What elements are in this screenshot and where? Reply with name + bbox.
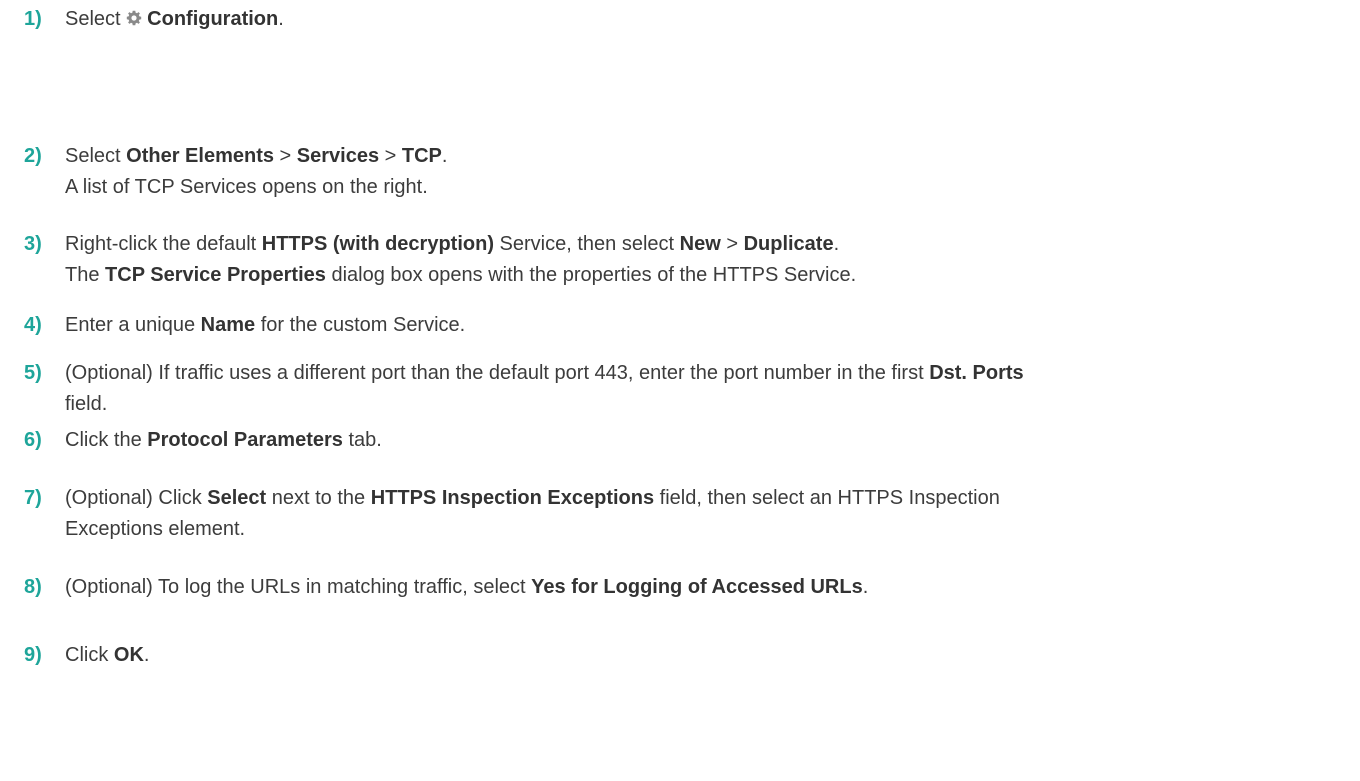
text-segment: dialog box opens with the properties of … bbox=[325, 264, 857, 286]
ui-label: Yes for Logging of Accessed URLs bbox=[531, 576, 863, 598]
step-number: 9) bbox=[24, 644, 42, 666]
text-segment: Exceptions element. bbox=[65, 518, 246, 540]
text-segment: Right-click the default bbox=[65, 233, 262, 255]
step-number: 5) bbox=[24, 362, 42, 384]
text-segment: . bbox=[862, 576, 869, 598]
text-segment: (Optional) If traffic uses a different p… bbox=[65, 362, 930, 384]
text-segment: > bbox=[720, 233, 744, 255]
ui-label: New bbox=[679, 233, 721, 255]
step-number: 4) bbox=[24, 314, 42, 336]
text-segment: Click bbox=[65, 644, 114, 666]
text-segment: Select bbox=[65, 8, 127, 30]
step-text: Select Other Elements > Services > TCP. bbox=[65, 142, 447, 170]
step-result: A list of TCP Services opens on the righ… bbox=[65, 173, 428, 201]
step-result: The TCP Service Properties dialog box op… bbox=[65, 261, 856, 289]
step-text: Click the Protocol Parameters tab. bbox=[65, 426, 382, 454]
step-number: 6) bbox=[24, 429, 42, 451]
text-segment: for the custom Service. bbox=[255, 314, 466, 336]
text-segment: . bbox=[833, 233, 840, 255]
ui-label: HTTPS (with decryption) bbox=[261, 233, 494, 255]
step-text-continued: field. bbox=[65, 390, 107, 418]
text-segment: . bbox=[143, 644, 150, 666]
ui-label: Other Elements bbox=[126, 145, 274, 167]
step-text: Enter a unique Name for the custom Servi… bbox=[65, 311, 465, 339]
ui-label: Configuration bbox=[147, 8, 279, 30]
ui-label: TCP Service Properties bbox=[105, 264, 326, 286]
ui-label: HTTPS Inspection Exceptions bbox=[370, 487, 655, 509]
text-segment: (Optional) Click bbox=[65, 487, 208, 509]
text-segment: field, then select an HTTPS Inspection bbox=[654, 487, 1000, 509]
step-number: 2) bbox=[24, 145, 42, 167]
text-segment: > bbox=[273, 145, 297, 167]
text-segment: A list of TCP Services opens on the righ… bbox=[65, 176, 428, 198]
ui-label: OK bbox=[113, 644, 144, 666]
gear-icon bbox=[126, 10, 142, 26]
ui-label: Services bbox=[296, 145, 380, 167]
step-text: (Optional) To log the URLs in matching t… bbox=[65, 573, 868, 601]
ui-label: Name bbox=[200, 314, 256, 336]
step-text: Right-click the default HTTPS (with decr… bbox=[65, 230, 839, 258]
text-segment: . bbox=[278, 8, 284, 30]
text-segment: > bbox=[379, 145, 402, 167]
ui-label: Dst. Ports bbox=[929, 362, 1024, 384]
step-text: Click OK. bbox=[65, 641, 149, 669]
step-number: 7) bbox=[24, 487, 42, 509]
step-text: (Optional) Click Select next to the HTTP… bbox=[65, 484, 1000, 512]
ui-label: TCP bbox=[401, 145, 442, 167]
ui-label: Protocol Parameters bbox=[147, 429, 343, 451]
text-segment: field. bbox=[65, 393, 108, 415]
ui-label: Duplicate bbox=[743, 233, 834, 255]
step-number: 1) bbox=[24, 8, 42, 30]
ui-label: Select bbox=[207, 487, 267, 509]
text-segment: tab. bbox=[342, 429, 382, 451]
text-segment: The bbox=[65, 264, 106, 286]
text-segment: next to the bbox=[266, 487, 371, 509]
step-number: 3) bbox=[24, 233, 42, 255]
step-text: Select Configuration. bbox=[65, 5, 284, 33]
procedure-steps: 1) Select Configuration. 2) Select Other… bbox=[0, 0, 1360, 781]
text-segment: . bbox=[441, 145, 448, 167]
step-text-continued: Exceptions element. bbox=[65, 515, 245, 543]
text-segment: Service, then select bbox=[493, 233, 680, 255]
step-text: (Optional) If traffic uses a different p… bbox=[65, 359, 1024, 387]
text-segment: Select bbox=[65, 145, 127, 167]
step-number: 8) bbox=[24, 576, 42, 598]
text-segment: Click the bbox=[65, 429, 148, 451]
text-segment: (Optional) To log the URLs in matching t… bbox=[65, 576, 532, 598]
text-segment: Enter a unique bbox=[65, 314, 201, 336]
